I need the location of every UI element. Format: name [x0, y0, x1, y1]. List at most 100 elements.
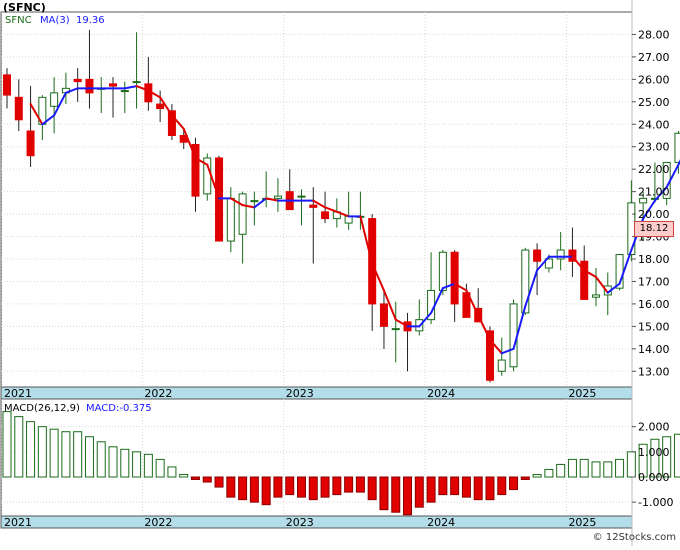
- macd-tick-label: 0.000: [638, 471, 670, 484]
- macd-bar: [510, 477, 518, 490]
- macd-bar: [474, 477, 482, 500]
- macd-bar: [404, 477, 412, 515]
- price-date-band: [1, 387, 632, 399]
- macd-bar: [133, 452, 141, 477]
- price-tick-label: 18.00: [638, 253, 670, 266]
- macd-bar: [439, 477, 447, 495]
- price-tick-label: 21.00: [638, 186, 670, 199]
- macd-legend-value: MACD:-0.375: [86, 403, 152, 414]
- macd-bar: [321, 477, 329, 497]
- candle-body: [239, 194, 246, 234]
- candle-body: [345, 216, 352, 223]
- candle: [204, 153, 211, 200]
- candle-body: [380, 304, 387, 326]
- macd-bar: [38, 427, 46, 477]
- macd-date-band: [1, 516, 632, 528]
- macd-year-label: 2022: [144, 516, 172, 529]
- ma-legend-value: 19.36: [76, 15, 105, 26]
- macd-bar: [451, 477, 459, 495]
- price-tick-label: 23.00: [638, 141, 670, 154]
- price-panel-border: [1, 12, 632, 387]
- macd-bar: [392, 477, 400, 512]
- macd-bar: [215, 477, 223, 487]
- candle-body: [251, 201, 258, 202]
- macd-bar: [333, 477, 341, 495]
- macd-year-label: 2023: [286, 516, 314, 529]
- macd-bar: [203, 477, 211, 482]
- candle-body: [27, 131, 34, 156]
- candle-body: [593, 295, 600, 297]
- candle-body: [510, 304, 517, 367]
- macd-bar: [345, 477, 353, 492]
- macd-bar: [462, 477, 470, 497]
- stock-chart: 13.0014.0015.0016.0017.0018.0019.0020.00…: [0, 0, 680, 546]
- chart-title: (SFNC): [3, 1, 46, 14]
- price-tick-label: 22.00: [638, 163, 670, 176]
- macd-bar: [27, 422, 35, 477]
- candle-body: [298, 196, 305, 197]
- macd-bar: [616, 459, 624, 477]
- macd-bar: [368, 477, 376, 500]
- candle-body: [216, 158, 223, 241]
- macd-bar: [180, 474, 188, 477]
- macd-bar: [498, 477, 506, 495]
- candle-body: [274, 196, 281, 198]
- macd-bar: [557, 464, 565, 477]
- macd-bar: [533, 474, 541, 477]
- macd-bar: [144, 454, 152, 477]
- price-year-label: 2025: [568, 387, 596, 400]
- last-price-tag: 18.12: [634, 221, 674, 237]
- candle-body: [640, 198, 647, 202]
- macd-bar: [168, 467, 176, 477]
- macd-year-label: 2021: [4, 516, 32, 529]
- price-tick-label: 24.00: [638, 118, 670, 131]
- macd-bar: [286, 477, 294, 495]
- candle-body: [310, 205, 317, 207]
- price-tick-label: 20.00: [638, 208, 670, 221]
- candle-body: [51, 93, 58, 106]
- macd-bar: [50, 429, 58, 477]
- macd-bar: [3, 412, 11, 477]
- price-tick-label: 16.00: [638, 298, 670, 311]
- price-year-label: 2021: [4, 387, 32, 400]
- macd-bar: [85, 437, 93, 477]
- macd-bar: [380, 477, 388, 510]
- candle-body: [451, 252, 458, 304]
- macd-bar: [521, 477, 529, 480]
- candle-body: [74, 79, 81, 81]
- symbol-legend: SFNC: [5, 15, 32, 26]
- macd-bar: [250, 477, 258, 502]
- price-tick-label: 28.00: [638, 28, 670, 41]
- chart-stage: 13.0014.0015.0016.0017.0018.0019.0020.00…: [0, 0, 680, 546]
- macd-bar: [191, 477, 199, 480]
- candle-body: [675, 133, 680, 162]
- price-tick-label: 26.00: [638, 73, 670, 86]
- price-tick-label: 14.00: [638, 343, 670, 356]
- candle-body: [4, 75, 11, 95]
- macd-bar: [156, 459, 164, 477]
- candle: [510, 299, 517, 371]
- macd-legend-label: MACD(26,12,9): [4, 403, 80, 414]
- macd-bar: [97, 442, 105, 477]
- macd-bar: [592, 462, 600, 477]
- macd-bar: [15, 417, 23, 477]
- candle-body: [15, 97, 22, 119]
- price-year-label: 2022: [144, 387, 172, 400]
- macd-bar: [109, 447, 117, 477]
- macd-tick-label: 1.000: [638, 446, 670, 459]
- candle-body: [121, 91, 128, 92]
- macd-bar: [262, 477, 270, 505]
- macd-tick-label: -1.000: [638, 496, 673, 509]
- macd-bar: [486, 477, 494, 500]
- price-tick-label: 25.00: [638, 96, 670, 109]
- candle-body: [157, 104, 164, 108]
- macd-bar: [239, 477, 247, 500]
- footer-credit: © 12Stocks.com: [593, 532, 676, 543]
- macd-bar: [121, 449, 129, 477]
- macd-bar: [568, 459, 576, 477]
- macd-bar: [427, 477, 435, 502]
- macd-bar: [674, 434, 680, 477]
- candle-body: [392, 329, 399, 330]
- candle-body: [439, 252, 446, 290]
- macd-bar: [580, 459, 588, 477]
